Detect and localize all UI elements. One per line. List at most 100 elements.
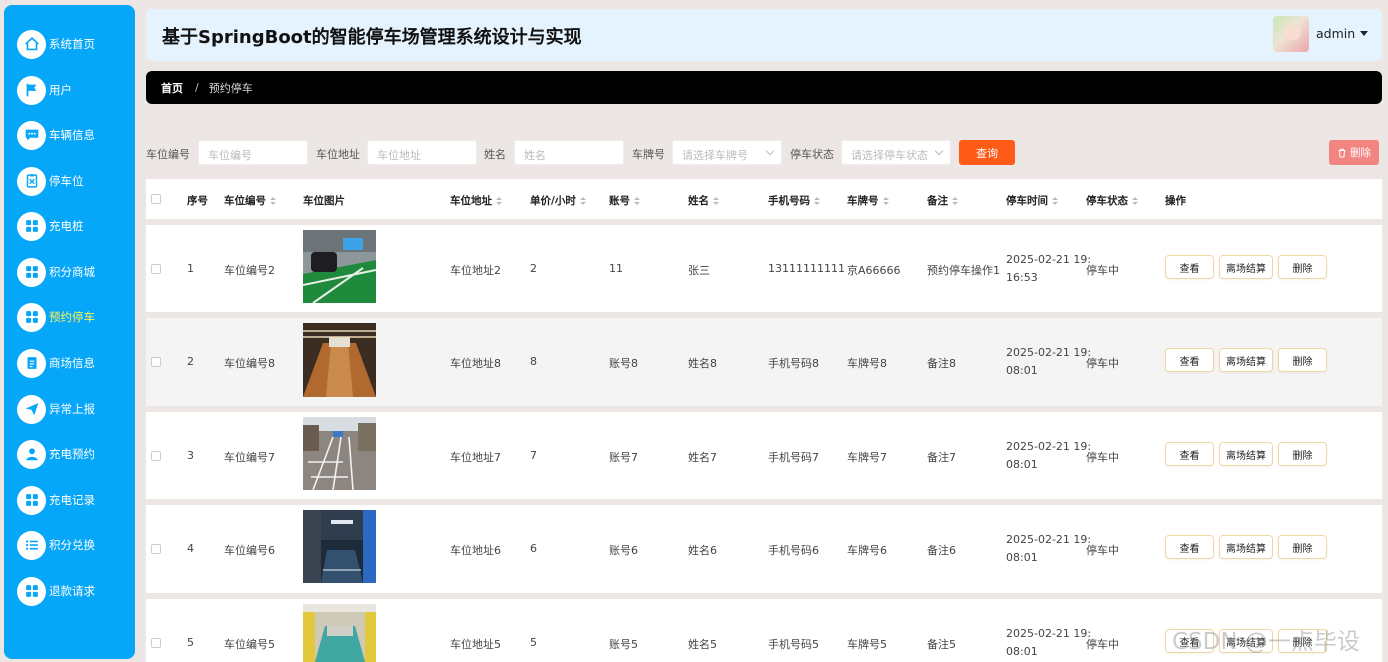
sidebar-item-home[interactable]: 系统首页 (4, 24, 135, 64)
col-account[interactable]: 账号 (609, 193, 640, 208)
app-title: 基于SpringBoot的智能停车场管理系统设计与实现 (162, 27, 582, 48)
search-bar: 车位编号 车位编号 车位地址 车位地址 姓名 姓名 车牌号 请选择车牌号 停车状… (146, 140, 1382, 166)
cell-status: 停车中 (1086, 638, 1119, 651)
col-space-no[interactable]: 车位编号 (224, 193, 276, 208)
view-button[interactable]: 查看 (1165, 629, 1214, 653)
delete-button[interactable]: 删除 (1278, 442, 1327, 466)
col-time[interactable]: 停车时间 (1006, 193, 1058, 208)
grid-icon (17, 257, 46, 287)
sort-icon (882, 196, 889, 205)
caret-down-icon (1360, 31, 1369, 36)
row-checkbox[interactable] (151, 638, 161, 648)
sidebar-item-label: 积分商城 (49, 265, 95, 279)
cell-index: 1 (187, 262, 194, 275)
sidebar-item-label: 充电桩 (49, 219, 84, 233)
plate-select[interactable]: 请选择车牌号 (672, 140, 782, 165)
cell-space-no: 车位编号5 (224, 638, 275, 651)
cell-remark: 备注6 (927, 544, 956, 557)
cell-address: 车位地址5 (450, 638, 501, 651)
cell-phone: 手机号码7 (768, 451, 819, 464)
sort-icon (496, 196, 502, 205)
row-checkbox[interactable] (151, 544, 161, 554)
settle-button[interactable]: 离场结算 (1219, 255, 1273, 279)
top-header: 基于SpringBoot的智能停车场管理系统设计与实现 admin (146, 9, 1382, 61)
send-icon (17, 394, 46, 424)
delete-button[interactable]: 删除 (1278, 348, 1327, 372)
sidebar-item-label: 系统首页 (49, 37, 95, 51)
view-button[interactable]: 查看 (1165, 348, 1214, 372)
cell-time: 2025-02-21 19: 16:53 (1006, 253, 1092, 284)
sidebar-item-label: 积分兑换 (49, 538, 95, 552)
cell-remark: 备注8 (927, 357, 956, 370)
row-checkbox[interactable] (151, 357, 161, 367)
sidebar-item-vehicle-info[interactable]: 车辆信息 (4, 115, 135, 155)
row-checkbox[interactable] (151, 451, 161, 461)
cell-index: 3 (187, 449, 194, 462)
query-button[interactable]: 查询 (959, 140, 1015, 165)
cell-name: 姓名5 (688, 638, 717, 651)
col-address[interactable]: 车位地址 (450, 193, 502, 208)
table-row: 2 车位编号8 车位地址8 8 账号8 姓名8 手机号码8 车牌号8 备注8 2… (146, 318, 1382, 406)
avatar[interactable] (1273, 16, 1309, 52)
parking-photo (303, 510, 376, 583)
batch-delete-button[interactable]: 删除 (1329, 140, 1379, 165)
row-actions: 查看 离场结算 删除 (1165, 255, 1327, 279)
view-button[interactable]: 查看 (1165, 255, 1214, 279)
sort-icon (634, 196, 640, 205)
cell-price: 7 (530, 449, 537, 462)
row-checkbox[interactable] (151, 264, 161, 274)
parking-photo (303, 604, 376, 662)
user-menu[interactable]: admin (1316, 26, 1369, 41)
col-price[interactable]: 单价/小时 (530, 193, 586, 208)
row-actions: 查看 离场结算 删除 (1165, 442, 1327, 466)
plate-label: 车牌号 (632, 148, 665, 161)
sidebar-item-parking-space[interactable]: 停车位 (4, 161, 135, 201)
name-input[interactable]: 姓名 (514, 140, 624, 165)
status-label: 停车状态 (790, 148, 834, 161)
cell-remark: 备注7 (927, 451, 956, 464)
select-all-checkbox[interactable] (151, 194, 161, 204)
sidebar-item-charging-pile[interactable]: 充电桩 (4, 206, 135, 246)
sidebar-item-charging-record[interactable]: 充电记录 (4, 480, 135, 520)
view-button[interactable]: 查看 (1165, 535, 1214, 559)
delete-button[interactable]: 删除 (1278, 255, 1327, 279)
space-no-input[interactable]: 车位编号 (198, 140, 308, 165)
col-status[interactable]: 停车状态 (1086, 193, 1138, 208)
cell-account: 11 (609, 262, 623, 275)
breadcrumb-home[interactable]: 首页 (161, 80, 183, 96)
sidebar-item-label: 异常上报 (49, 402, 95, 416)
view-button[interactable]: 查看 (1165, 442, 1214, 466)
sidebar-item-mall-info[interactable]: 商场信息 (4, 343, 135, 383)
sidebar-item-points-exchange[interactable]: 积分兑换 (4, 525, 135, 565)
cell-index: 2 (187, 355, 194, 368)
status-select[interactable]: 请选择停车状态 (841, 140, 951, 165)
table-row: 5 车位编号5 车位地址5 5 账号5 姓名5 手机号码5 车牌号5 备注5 2… (146, 599, 1382, 662)
cell-status: 停车中 (1086, 357, 1119, 370)
address-input[interactable]: 车位地址 (367, 140, 477, 165)
sidebar-item-charging-reservation[interactable]: 充电预约 (4, 434, 135, 474)
cell-space-no: 车位编号8 (224, 357, 275, 370)
sort-icon (1052, 196, 1058, 205)
cell-address: 车位地址2 (450, 264, 501, 277)
sidebar-item-label: 停车位 (49, 174, 84, 188)
row-actions: 查看 离场结算 删除 (1165, 629, 1327, 653)
cell-name: 张三 (688, 264, 710, 277)
cell-time: 2025-02-21 19: 08:01 (1006, 627, 1092, 658)
col-remark[interactable]: 备注 (927, 193, 958, 208)
settle-button[interactable]: 离场结算 (1219, 442, 1273, 466)
settle-button[interactable]: 离场结算 (1219, 629, 1273, 653)
col-name[interactable]: 姓名 (688, 193, 719, 208)
sidebar-item-exception-report[interactable]: 异常上报 (4, 389, 135, 429)
cell-price: 8 (530, 355, 537, 368)
sidebar-item-users[interactable]: 用户 (4, 70, 135, 110)
grid-icon (17, 576, 46, 606)
col-plate[interactable]: 车牌号 (847, 193, 889, 208)
delete-button[interactable]: 删除 (1278, 629, 1327, 653)
col-phone[interactable]: 手机号码 (768, 193, 820, 208)
settle-button[interactable]: 离场结算 (1219, 348, 1273, 372)
sidebar-item-points-mall[interactable]: 积分商城 (4, 252, 135, 292)
sidebar-item-refund-request[interactable]: 退款请求 (4, 571, 135, 611)
delete-button[interactable]: 删除 (1278, 535, 1327, 559)
settle-button[interactable]: 离场结算 (1219, 535, 1273, 559)
sidebar-item-reserve-parking[interactable]: 预约停车 (4, 297, 135, 337)
